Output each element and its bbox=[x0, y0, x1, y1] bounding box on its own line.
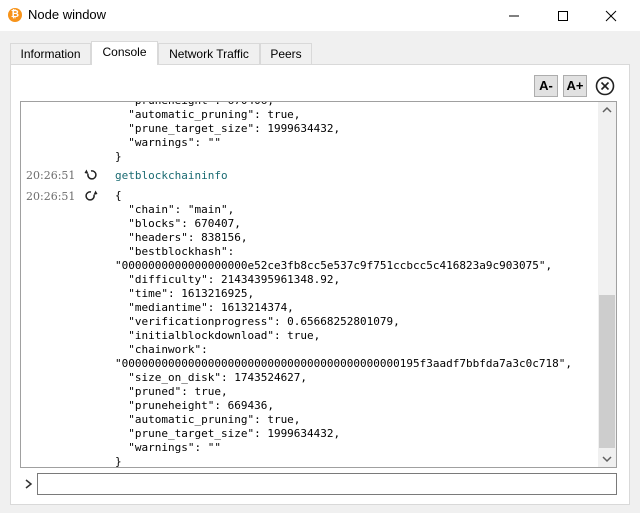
font-smaller-button[interactable]: A- bbox=[534, 75, 558, 97]
reply-output-line: "blocks": 670407, bbox=[115, 217, 241, 230]
reply-output: { "chain": "main", "blocks": 670407, "he… bbox=[115, 189, 572, 467]
reply-output-line: "time": 1613216925, bbox=[115, 287, 255, 300]
reply-output-line: "chain": "main", bbox=[115, 203, 235, 216]
reply-output-line: "0000000000000000000e52ce3fb8cc5e537c9f7… bbox=[115, 259, 553, 272]
maximize-button[interactable] bbox=[540, 0, 586, 31]
scrollbar-thumb[interactable] bbox=[599, 295, 615, 448]
console-scrollbar[interactable] bbox=[598, 102, 616, 467]
reply-timestamp: 20:26:51 bbox=[26, 190, 76, 203]
bitcoin-icon: ₿ bbox=[8, 8, 22, 22]
window-title: Node window bbox=[28, 7, 107, 22]
reply-output-line: "verificationprogress": 0.65668252801079… bbox=[115, 315, 400, 328]
reply-output-line: "bestblockhash": bbox=[115, 245, 235, 258]
console-output[interactable]: "pruneheight": 670406, "automatic_prunin… bbox=[20, 101, 617, 468]
reply-out-icon bbox=[85, 190, 98, 201]
reply-output-line: { bbox=[115, 189, 122, 202]
reply-output-line: "warnings": "" bbox=[115, 441, 221, 454]
reply-output-line: "mediantime": 1613214374, bbox=[115, 301, 294, 314]
font-larger-button[interactable]: A+ bbox=[563, 75, 587, 97]
chevron-down-icon bbox=[602, 456, 612, 463]
console-input[interactable] bbox=[37, 473, 617, 495]
previous-output-line: "prune_target_size": 1999634432, bbox=[115, 122, 341, 135]
previous-output-line: } bbox=[115, 150, 122, 163]
previous-output: "pruneheight": 670406, "automatic_prunin… bbox=[115, 102, 340, 164]
command-text: getblockchaininfo bbox=[115, 169, 228, 182]
reply-output-line: "initialblockdownload": true, bbox=[115, 329, 321, 342]
command-timestamp: 20:26:51 bbox=[26, 169, 76, 182]
reply-output-line: "difficulty": 21434395961348.92, bbox=[115, 273, 341, 286]
scroll-up-button[interactable] bbox=[598, 102, 616, 119]
reply-output-line: "prune_target_size": 1999634432, bbox=[115, 427, 341, 440]
clear-console-icon bbox=[595, 76, 615, 96]
minimize-icon bbox=[509, 15, 519, 17]
tab-network-traffic[interactable]: Network Traffic bbox=[158, 43, 260, 65]
clear-console-button[interactable] bbox=[594, 75, 616, 97]
chevron-up-icon bbox=[602, 106, 612, 113]
reply-output-line: "headers": 838156, bbox=[115, 231, 248, 244]
reply-output-line: "pruneheight": 669436, bbox=[115, 399, 274, 412]
reply-output-line: "000000000000000000000000000000000000000… bbox=[115, 357, 572, 370]
tab-information[interactable]: Information bbox=[10, 43, 91, 65]
reply-output-line: "automatic_pruning": true, bbox=[115, 413, 301, 426]
reply-output-line: "pruned": true, bbox=[115, 385, 228, 398]
close-button[interactable] bbox=[588, 0, 634, 31]
reply-output-line: "size_on_disk": 1743524627, bbox=[115, 371, 308, 384]
command-in-icon bbox=[84, 169, 97, 180]
reply-output-line: } bbox=[115, 455, 122, 467]
scroll-down-button[interactable] bbox=[598, 450, 616, 467]
prompt-chevron-icon bbox=[25, 479, 33, 489]
title-bar[interactable]: ₿ Node window bbox=[0, 0, 640, 31]
previous-output-line: "warnings": "" bbox=[115, 136, 221, 149]
minimize-button[interactable] bbox=[491, 0, 537, 31]
maximize-icon bbox=[558, 11, 568, 21]
reply-output-line: "chainwork": bbox=[115, 343, 208, 356]
tab-console[interactable]: Console bbox=[91, 41, 158, 65]
tab-peers[interactable]: Peers bbox=[260, 43, 312, 65]
previous-output-line: "automatic_pruning": true, bbox=[115, 108, 301, 121]
close-icon bbox=[605, 10, 617, 22]
